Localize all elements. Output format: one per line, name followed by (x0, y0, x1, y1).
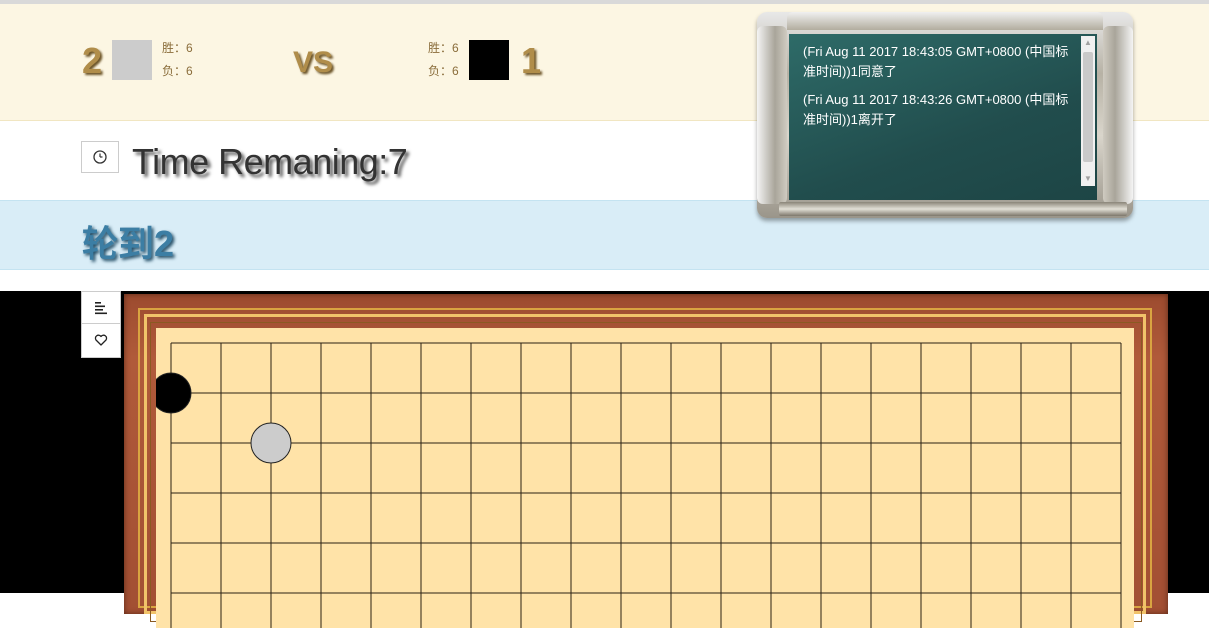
stone (250, 422, 292, 464)
menu-button[interactable] (81, 291, 121, 324)
player-left-score: 2 (82, 40, 103, 81)
player-right-wins: 胜：6 (428, 41, 459, 55)
player-right-swatch (469, 40, 509, 80)
player-right-losses: 负：6 (428, 64, 459, 78)
board-grid[interactable] (156, 328, 1134, 628)
chat-message: (Fri Aug 11 2017 18:43:05 GMT+0800 (中国标准… (803, 44, 1069, 79)
favorite-button[interactable] (81, 324, 121, 358)
time-remaining: Time Remaning:7 (132, 141, 408, 182)
turn-label: 轮到2 (82, 223, 175, 264)
heart-icon (94, 334, 108, 346)
scroll-thumb[interactable] (1083, 52, 1093, 162)
game-board[interactable] (156, 328, 1134, 628)
side-toolbar (81, 291, 121, 358)
align-left-icon (95, 302, 107, 315)
stone (156, 372, 192, 414)
vs-label: VS (293, 46, 334, 79)
blackboard-top-rail (787, 12, 1103, 30)
chat-message: (Fri Aug 11 2017 18:43:26 GMT+0800 (中国标准… (803, 92, 1069, 127)
player-left-swatch (112, 40, 152, 80)
clock-icon (93, 150, 107, 164)
chat-blackboard: (Fri Aug 11 2017 18:43:05 GMT+0800 (中国标准… (757, 12, 1133, 218)
scroll-up-icon[interactable]: ▲ (1081, 36, 1095, 50)
player-left-wins: 胜：6 (162, 41, 193, 55)
chat-log[interactable]: (Fri Aug 11 2017 18:43:05 GMT+0800 (中国标准… (803, 42, 1079, 192)
blackboard-ledge (779, 202, 1127, 216)
blackboard-left-rail (757, 26, 787, 204)
clock-button[interactable] (81, 141, 119, 173)
player-left-losses: 负：6 (162, 64, 193, 78)
scroll-down-icon[interactable]: ▼ (1081, 172, 1095, 186)
chat-scrollbar[interactable]: ▲ ▼ (1081, 36, 1095, 186)
board-frame (124, 294, 1168, 628)
player-right-score: 1 (521, 40, 542, 81)
chat-panel: (Fri Aug 11 2017 18:43:05 GMT+0800 (中国标准… (789, 34, 1097, 200)
blackboard-right-rail (1103, 26, 1133, 204)
game-area (0, 291, 1209, 628)
